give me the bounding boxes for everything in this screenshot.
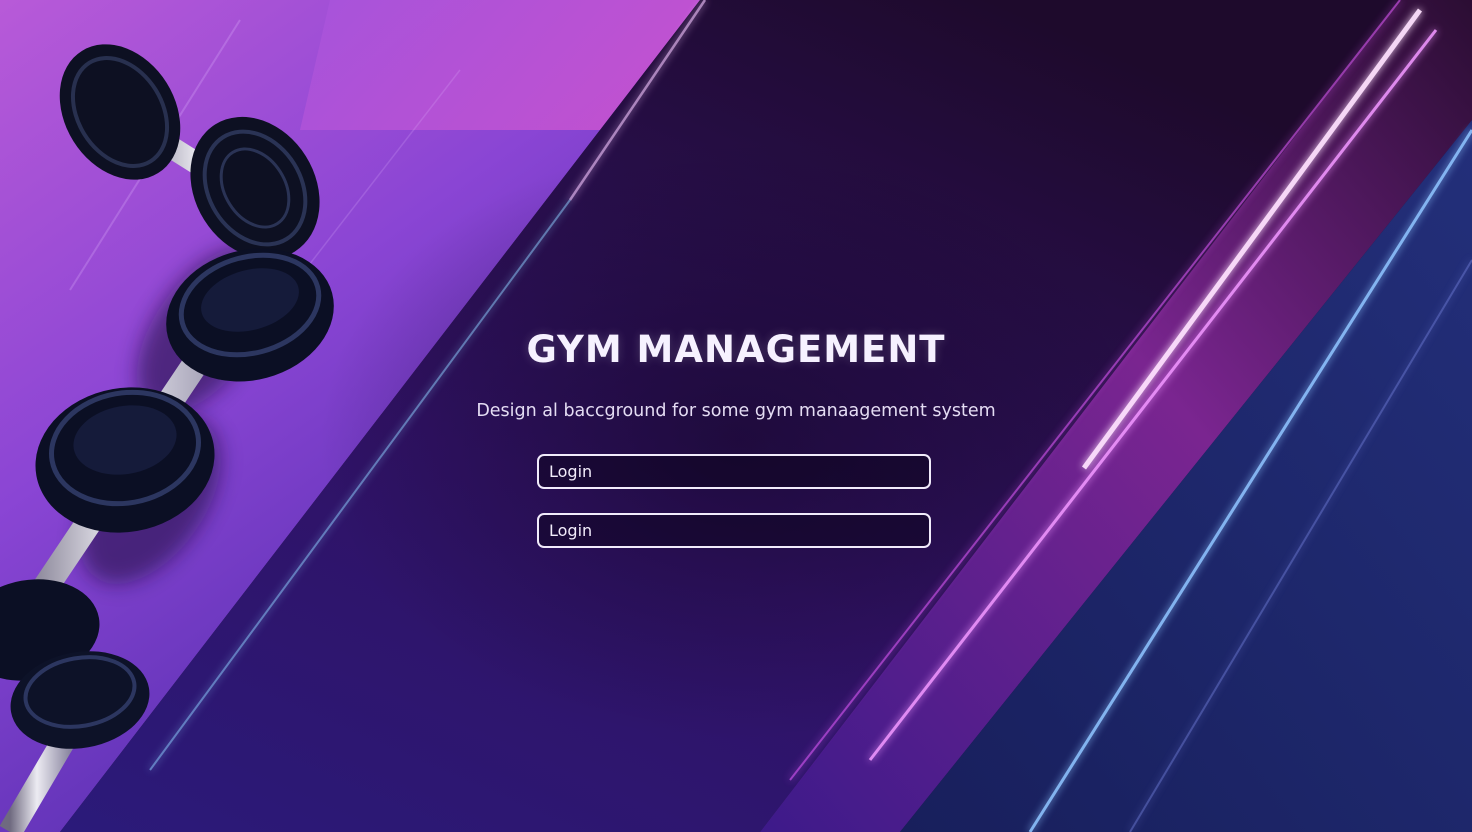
- login-field[interactable]: [537, 454, 931, 489]
- login-screen: GYM MANAGEMENT Design al baccground for …: [0, 0, 1472, 832]
- page-subtitle: Design al baccground for some gym manaag…: [476, 401, 996, 421]
- page-title: GYM MANAGEMENT: [526, 328, 946, 371]
- login-field-secondary[interactable]: [537, 513, 931, 548]
